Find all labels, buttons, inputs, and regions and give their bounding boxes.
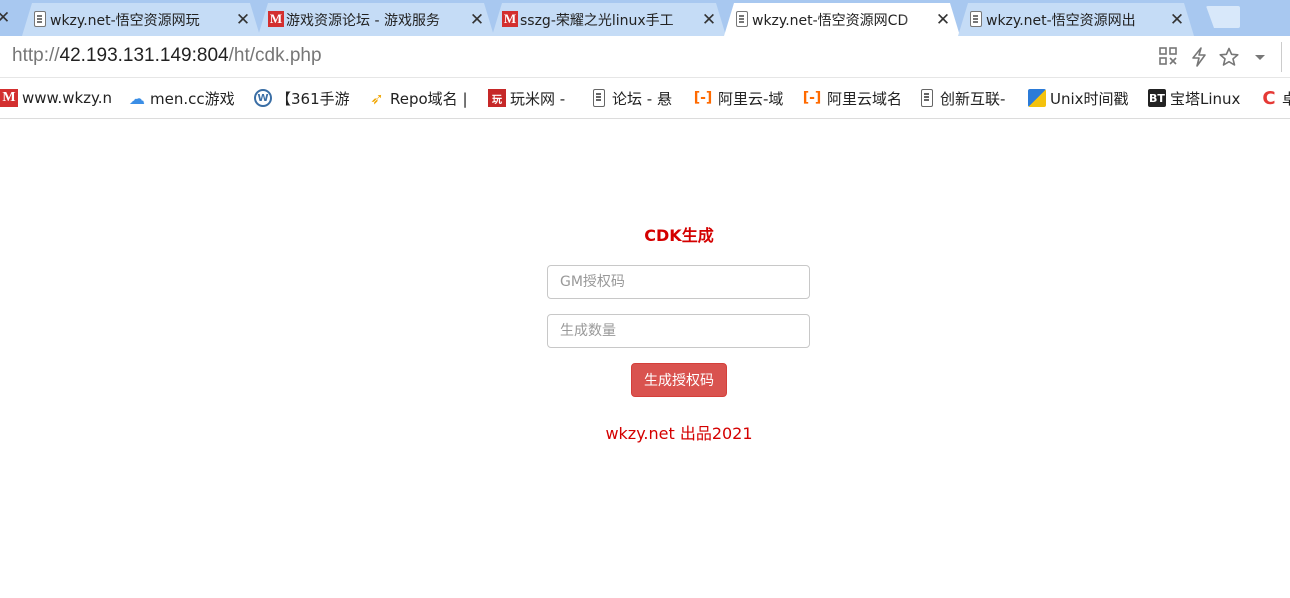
dropdown-icon[interactable] [1250, 47, 1270, 67]
toolbar-divider [1281, 42, 1282, 72]
document-icon [736, 11, 748, 27]
bookmark-label: 阿里云-域 [718, 89, 784, 108]
bookmark-label: 【361手游 [276, 89, 350, 108]
tab-2[interactable]: M 游戏资源论坛 - 游戏服务 ✕ [258, 3, 494, 36]
tab-title: 游戏资源论坛 - 游戏服务 [286, 12, 440, 29]
aliyun-icon: [-] [693, 90, 713, 106]
url-scheme: http:// [12, 45, 60, 66]
bookmark-label: men.cc游戏 [150, 89, 235, 108]
bookmark-361[interactable]: W 【361手游 [254, 88, 350, 108]
bookmarks-bar: M www.wkzy.n ☁ men.cc游戏 W 【361手游 ➶ Repo域… [0, 78, 1290, 119]
m-logo-icon: M [0, 89, 18, 107]
tab-title: wkzy.net-悟空资源网玩 [50, 12, 200, 29]
close-icon[interactable]: ✕ [700, 10, 718, 30]
cloud-icon: ☁ [129, 88, 145, 108]
lightning-icon[interactable] [1189, 47, 1209, 67]
bookmark-label: 玩米网 - [510, 89, 566, 108]
url-host: 42.193.131.149:804 [59, 45, 229, 66]
close-icon[interactable]: ✕ [468, 10, 486, 30]
close-icon[interactable]: ✕ [1168, 10, 1186, 30]
bookmark-label: Repo域名 | [390, 89, 468, 108]
bookmark-label: www.wkzy.n [22, 89, 113, 107]
document-icon [593, 89, 605, 107]
close-icon[interactable]: ✕ [0, 8, 10, 28]
close-icon[interactable]: ✕ [234, 10, 252, 30]
m-logo-icon: M [503, 11, 517, 26]
tab-1[interactable]: wkzy.net-悟空资源网玩 ✕ [22, 3, 260, 36]
tab-strip: ✕ wkzy.net-悟空资源网玩 ✕ M 游戏资源论坛 - 游戏服务 ✕ M … [0, 0, 1290, 36]
gm-auth-code-input[interactable] [547, 265, 810, 299]
url-field[interactable]: http://42.193.131.149:804/ht/cdk.php [12, 45, 322, 67]
tab-title: wkzy.net-悟空资源网CD [752, 12, 909, 29]
m-logo-icon: M [269, 11, 283, 26]
aliyun-icon: [-] [802, 90, 822, 106]
quantity-input[interactable] [547, 314, 810, 348]
bookmark-label: 创新互联- [940, 89, 1006, 108]
document-icon [970, 11, 982, 27]
bookmark-cdcxhl[interactable]: 创新互联- [918, 88, 1005, 108]
c-logo-icon: C [1262, 87, 1276, 109]
qr-code-icon[interactable] [1158, 47, 1178, 67]
bookmark-label: 卓 [1282, 88, 1290, 109]
bookmark-aliyun-1[interactable]: [-] 阿里云-域 [692, 88, 784, 108]
close-icon[interactable]: ✕ [934, 10, 952, 30]
repo-icon: ➶ [370, 88, 384, 108]
unix-icon [1028, 89, 1046, 107]
bookmark-label: 论坛 - 悬 [612, 89, 672, 108]
wanmi-icon: 玩 [488, 89, 506, 107]
bookmark-wkzy[interactable]: M www.wkzy.n [0, 88, 112, 108]
address-bar: http://42.193.131.149:804/ht/cdk.php [0, 36, 1290, 78]
bookmark-forum[interactable]: 论坛 - 悬 [590, 88, 672, 108]
bookmark-label: Unix时间戳 [1050, 89, 1129, 108]
tab-title: wkzy.net-悟空资源网出 [986, 12, 1136, 29]
bookmark-c[interactable]: C 卓 [1260, 87, 1290, 109]
bookmark-label: 阿里云域名 [827, 89, 903, 108]
page-title: CDK生成 [644, 226, 714, 245]
bt-icon: BT [1148, 89, 1166, 107]
bookmark-bt[interactable]: BT 宝塔Linux [1148, 88, 1240, 108]
generate-button[interactable]: 生成授权码 [631, 363, 727, 397]
tab-title: sszg-荣耀之光linux手工 [520, 12, 674, 29]
bookmark-label: 宝塔Linux [1170, 89, 1241, 108]
star-icon[interactable] [1219, 47, 1239, 67]
tab-3[interactable]: M sszg-荣耀之光linux手工 ✕ [492, 3, 726, 36]
new-tab-button[interactable] [1206, 6, 1240, 28]
wordpress-icon: W [254, 89, 272, 107]
document-icon [921, 89, 933, 107]
document-icon [34, 11, 46, 27]
page-content: CDK生成 生成授权码 wkzy.net 出品2021 [0, 120, 1290, 598]
footer-credit: wkzy.net 出品2021 [605, 424, 753, 443]
tab-5[interactable]: wkzy.net-悟空资源网出 ✕ [958, 3, 1194, 36]
bookmark-aliyun-2[interactable]: [-] 阿里云域名 [801, 88, 902, 108]
bookmark-wanmi[interactable]: 玩 玩米网 - [488, 88, 565, 108]
tab-active[interactable]: wkzy.net-悟空资源网CD ✕ [724, 3, 960, 36]
bookmark-men-cc[interactable]: ☁ men.cc游戏 [128, 88, 235, 108]
url-path: /ht/cdk.php [228, 45, 322, 66]
bookmark-repo[interactable]: ➶ Repo域名 | [368, 88, 468, 108]
bookmark-unix[interactable]: Unix时间戳 [1028, 88, 1129, 108]
